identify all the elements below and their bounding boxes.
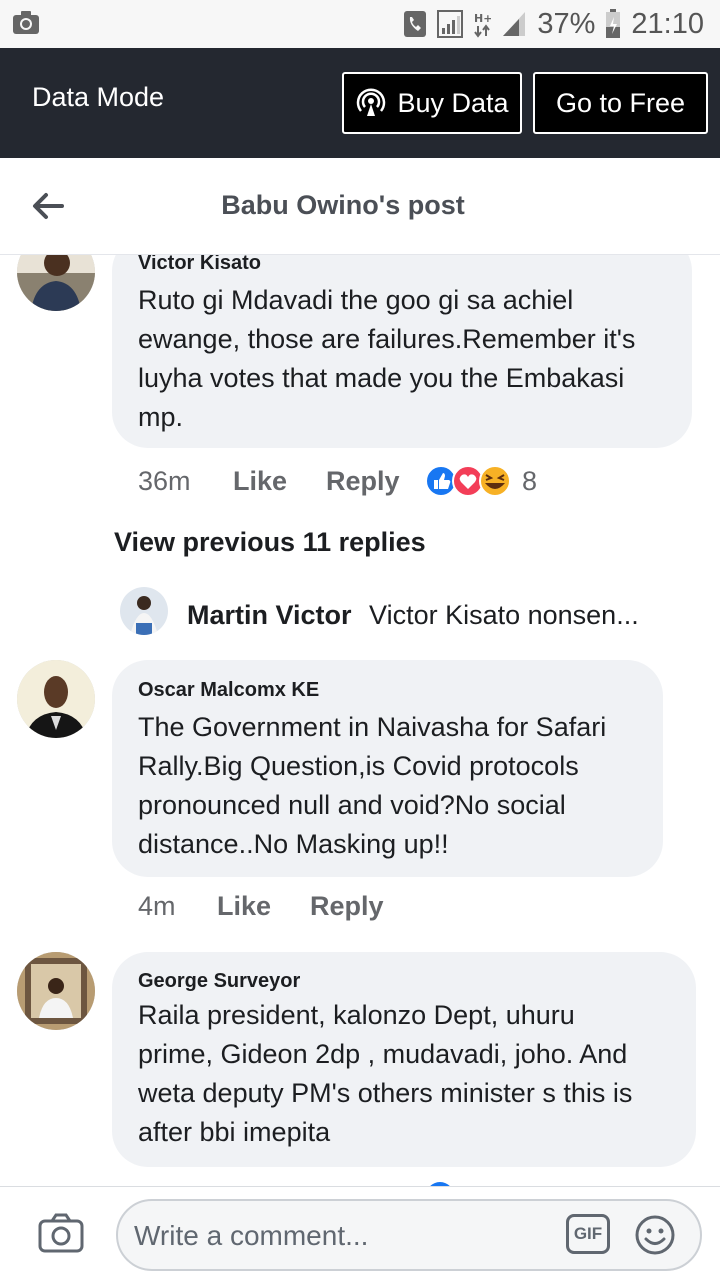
go-to-free-button[interactable]: Go to Free — [533, 72, 708, 134]
comment-line: mp. — [138, 402, 184, 432]
signal-icon-1 — [437, 10, 464, 38]
comments-list: Victor Kisato Ruto gi Mdavadi the goo gi… — [0, 255, 720, 1186]
data-mode-bar: Data Mode Buy Data Go to Free — [0, 48, 720, 158]
sticker-icon[interactable] — [634, 1214, 676, 1256]
avatar[interactable] — [17, 660, 95, 738]
comment-text: Raila president, kalonzo Dept, uhuru pri… — [138, 996, 632, 1152]
reply-author: Martin Victor — [187, 600, 352, 630]
comment-author[interactable]: Victor Kisato — [138, 255, 261, 275]
reply-snippet: Victor Kisato nonsen... — [369, 600, 639, 630]
comment-composer: GIF — [0, 1186, 720, 1281]
reactions-summary[interactable]: 8 — [424, 464, 537, 498]
comment-line: Raila president, kalonzo Dept, uhuru — [138, 1000, 575, 1030]
like-button[interactable]: Like — [217, 891, 310, 922]
gif-button[interactable]: GIF — [566, 1214, 610, 1254]
comment-text: The Government in Naivasha for Safari Ra… — [138, 708, 606, 864]
comment-bubble[interactable]: Victor Kisato Ruto gi Mdavadi the goo gi… — [112, 255, 692, 448]
reaction-count: 8 — [522, 465, 538, 496]
svg-text:H+: H+ — [474, 12, 491, 25]
reply-avatar[interactable] — [120, 587, 168, 635]
comment-input-wrapper: GIF — [116, 1199, 702, 1271]
comment-author[interactable]: Oscar Malcomx KE — [138, 679, 319, 702]
comment-line: prime, Gideon 2dp , mudavadi, joho. And — [138, 1039, 628, 1069]
signal-icon-2 — [503, 12, 526, 36]
comment-time: 36m — [138, 465, 191, 496]
data-mode-label: Data Mode — [32, 82, 165, 112]
view-previous-replies-link[interactable]: View previous 11 replies — [114, 527, 426, 558]
comment-bubble[interactable]: George Surveyor Raila president, kalonzo… — [112, 952, 696, 1167]
buy-data-button[interactable]: Buy Data — [342, 72, 522, 134]
battery-percent: 37% — [537, 7, 596, 40]
like-button[interactable]: Like — [233, 466, 326, 497]
avatar-photo-george — [17, 952, 95, 1030]
comment-line: distance..No Masking up!! — [138, 829, 449, 859]
avatar[interactable] — [17, 255, 95, 311]
comment-line: Rally.Big Question,is Covid protocols — [138, 751, 579, 781]
broadcast-icon — [357, 88, 386, 116]
avatar-photo-victor — [17, 255, 95, 311]
comment-bubble[interactable]: Oscar Malcomx KE The Government in Naiva… — [112, 660, 663, 877]
status-right: H+ 37% 21:10 — [403, 8, 704, 40]
reply-button[interactable]: Reply — [326, 466, 424, 497]
reply-preview[interactable]: Martin Victor Victor Kisato nonsen... — [187, 600, 667, 631]
camera-icon[interactable] — [38, 1213, 84, 1253]
comment-line: ewange, those are failures.Remember it's — [138, 324, 636, 354]
reactions-icons — [425, 465, 511, 497]
avatar-photo-martin — [120, 587, 168, 635]
avatar[interactable] — [17, 952, 95, 1030]
call-icon — [404, 11, 427, 37]
go-to-free-label: Go to Free — [555, 87, 686, 118]
comment-author[interactable]: George Surveyor — [138, 970, 300, 993]
comment-line: Ruto gi Mdavadi the goo gi sa achiel — [138, 285, 574, 315]
status-bar: H+ 37% 21:10 — [0, 0, 720, 48]
buy-data-label: Buy Data — [397, 87, 509, 118]
comment-line: after bbi imepita — [138, 1117, 331, 1147]
comment-actions: 36m Like Reply 8 — [138, 464, 537, 498]
avatar-photo-oscar — [17, 660, 95, 738]
page-title: Babu Owino's post — [221, 190, 465, 220]
comment-line: The Government in Naivasha for Safari — [138, 712, 607, 742]
comment-line: weta deputy PM's others minister s this … — [138, 1078, 633, 1108]
comment-line: luyha votes that made you the Embakasi — [138, 363, 625, 393]
clock: 21:10 — [631, 7, 704, 40]
network-type-icon: H+ — [474, 12, 491, 38]
comment-time: 4m — [138, 891, 176, 921]
comment-line: pronounced null and void?No social — [138, 790, 566, 820]
comment-input[interactable] — [132, 1215, 556, 1257]
reply-button[interactable]: Reply — [310, 891, 384, 922]
post-header: Babu Owino's post — [0, 158, 720, 255]
battery-icon — [606, 9, 621, 38]
comment-actions: 4m Like Reply — [138, 891, 384, 922]
screenshot-camera-icon — [13, 11, 39, 34]
comment-text: Ruto gi Mdavadi the goo gi sa achiel ewa… — [138, 281, 635, 437]
